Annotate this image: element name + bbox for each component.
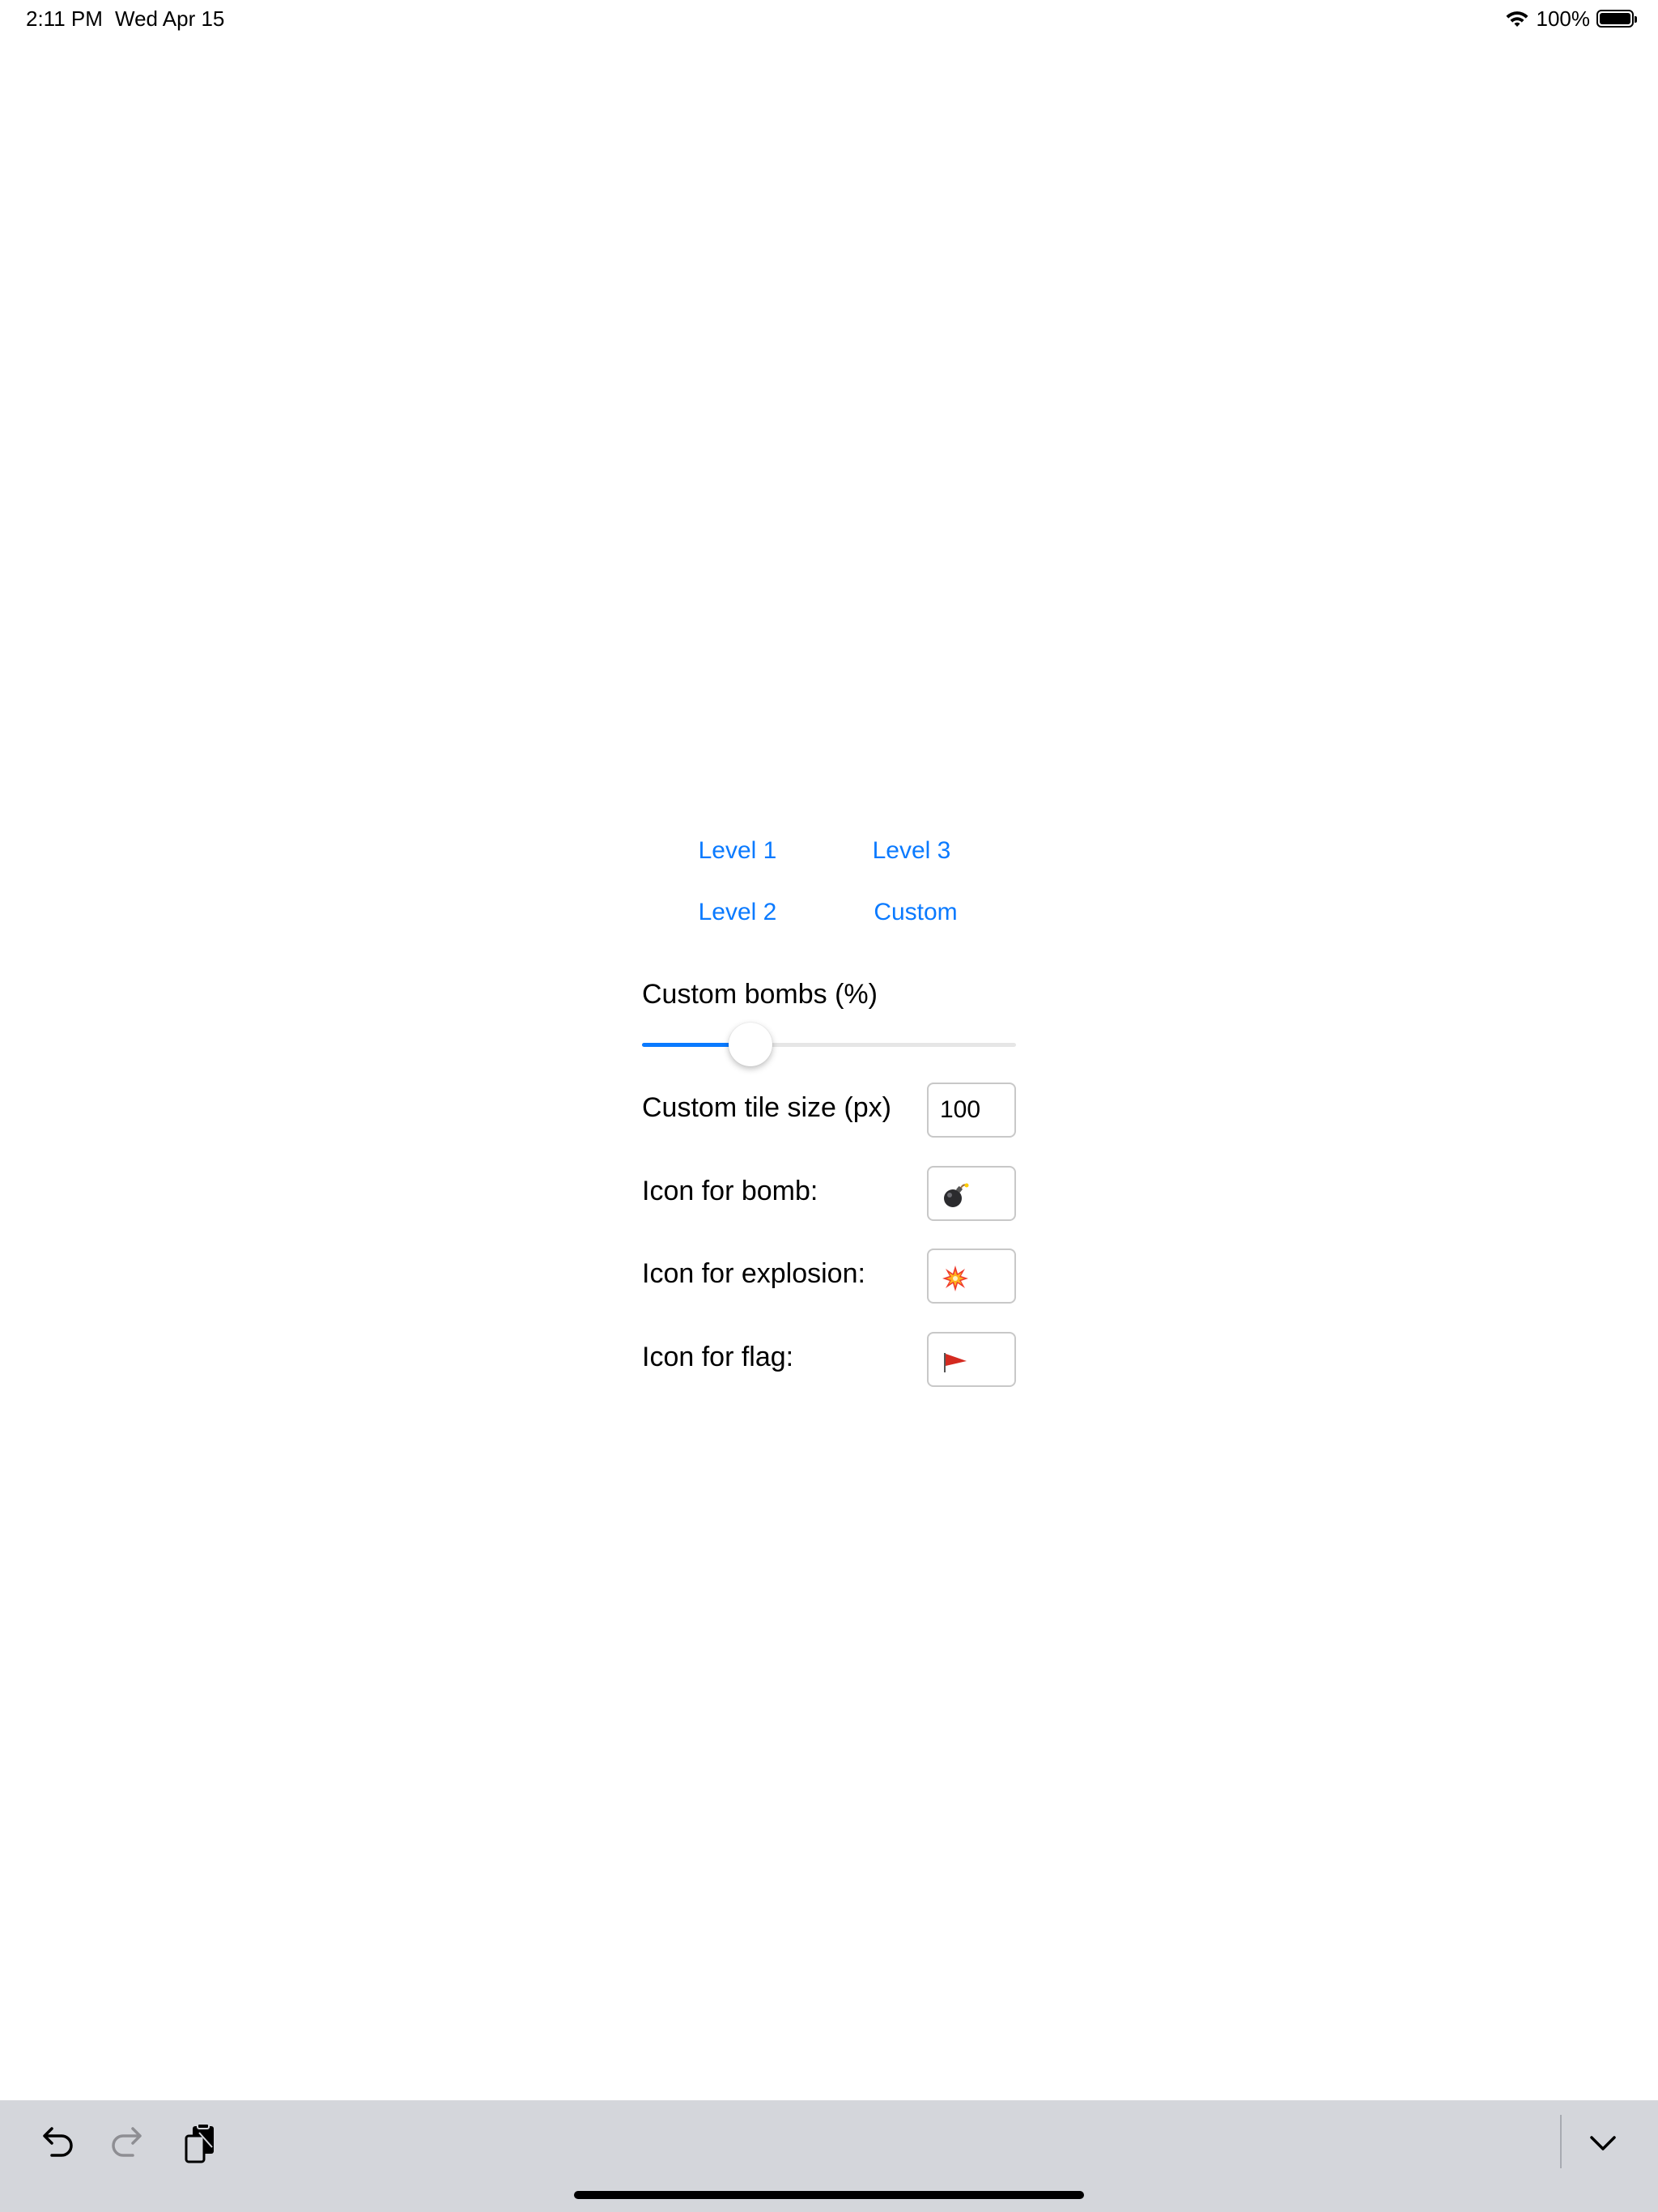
status-right: 100% bbox=[1504, 6, 1637, 31]
explosion-icon-label: Icon for explosion: bbox=[642, 1258, 865, 1289]
level-2-button[interactable]: Level 2 bbox=[657, 898, 818, 927]
flag-icon bbox=[944, 1353, 967, 1372]
chevron-down-icon[interactable] bbox=[1579, 2120, 1627, 2168]
paste-icon[interactable] bbox=[176, 2120, 225, 2168]
flag-icon-label: Icon for flag: bbox=[642, 1342, 794, 1372]
custom-bombs-slider[interactable] bbox=[642, 1023, 1016, 1066]
battery-tip bbox=[1635, 16, 1637, 23]
screen: 2:11 PM Wed Apr 15 100% Level 1 Level 3 … bbox=[0, 0, 1658, 2212]
bomb-icon-label: Icon for bomb: bbox=[642, 1176, 818, 1206]
bomb-icon-field[interactable] bbox=[927, 1166, 1016, 1221]
battery-percent: 100% bbox=[1536, 6, 1591, 31]
explosion-icon-field[interactable] bbox=[927, 1249, 1016, 1304]
explosion-icon bbox=[942, 1266, 968, 1291]
flag-icon-field[interactable] bbox=[927, 1332, 1016, 1387]
level-1-button[interactable]: Level 1 bbox=[657, 836, 818, 866]
slider-thumb[interactable] bbox=[728, 1023, 772, 1066]
home-indicator bbox=[574, 2191, 1084, 2199]
custom-bombs-label: Custom bombs (%) bbox=[642, 979, 878, 1010]
undo-icon[interactable] bbox=[32, 2120, 81, 2168]
level-3-button[interactable]: Level 3 bbox=[831, 836, 993, 866]
toolbar-divider bbox=[1560, 2115, 1562, 2168]
custom-level-button[interactable]: Custom bbox=[835, 898, 997, 927]
keyboard-toolbar bbox=[0, 2100, 1658, 2212]
redo-icon[interactable] bbox=[104, 2120, 152, 2168]
wifi-icon bbox=[1506, 11, 1528, 27]
status-time: 2:11 PM bbox=[26, 6, 103, 31]
bomb-icon bbox=[944, 1183, 969, 1207]
battery-fill bbox=[1600, 13, 1630, 24]
status-date: Wed Apr 15 bbox=[115, 6, 225, 31]
tile-size-input[interactable] bbox=[927, 1083, 1016, 1138]
battery-icon bbox=[1596, 10, 1637, 28]
custom-tile-size-label: Custom tile size (px) bbox=[642, 1092, 891, 1123]
